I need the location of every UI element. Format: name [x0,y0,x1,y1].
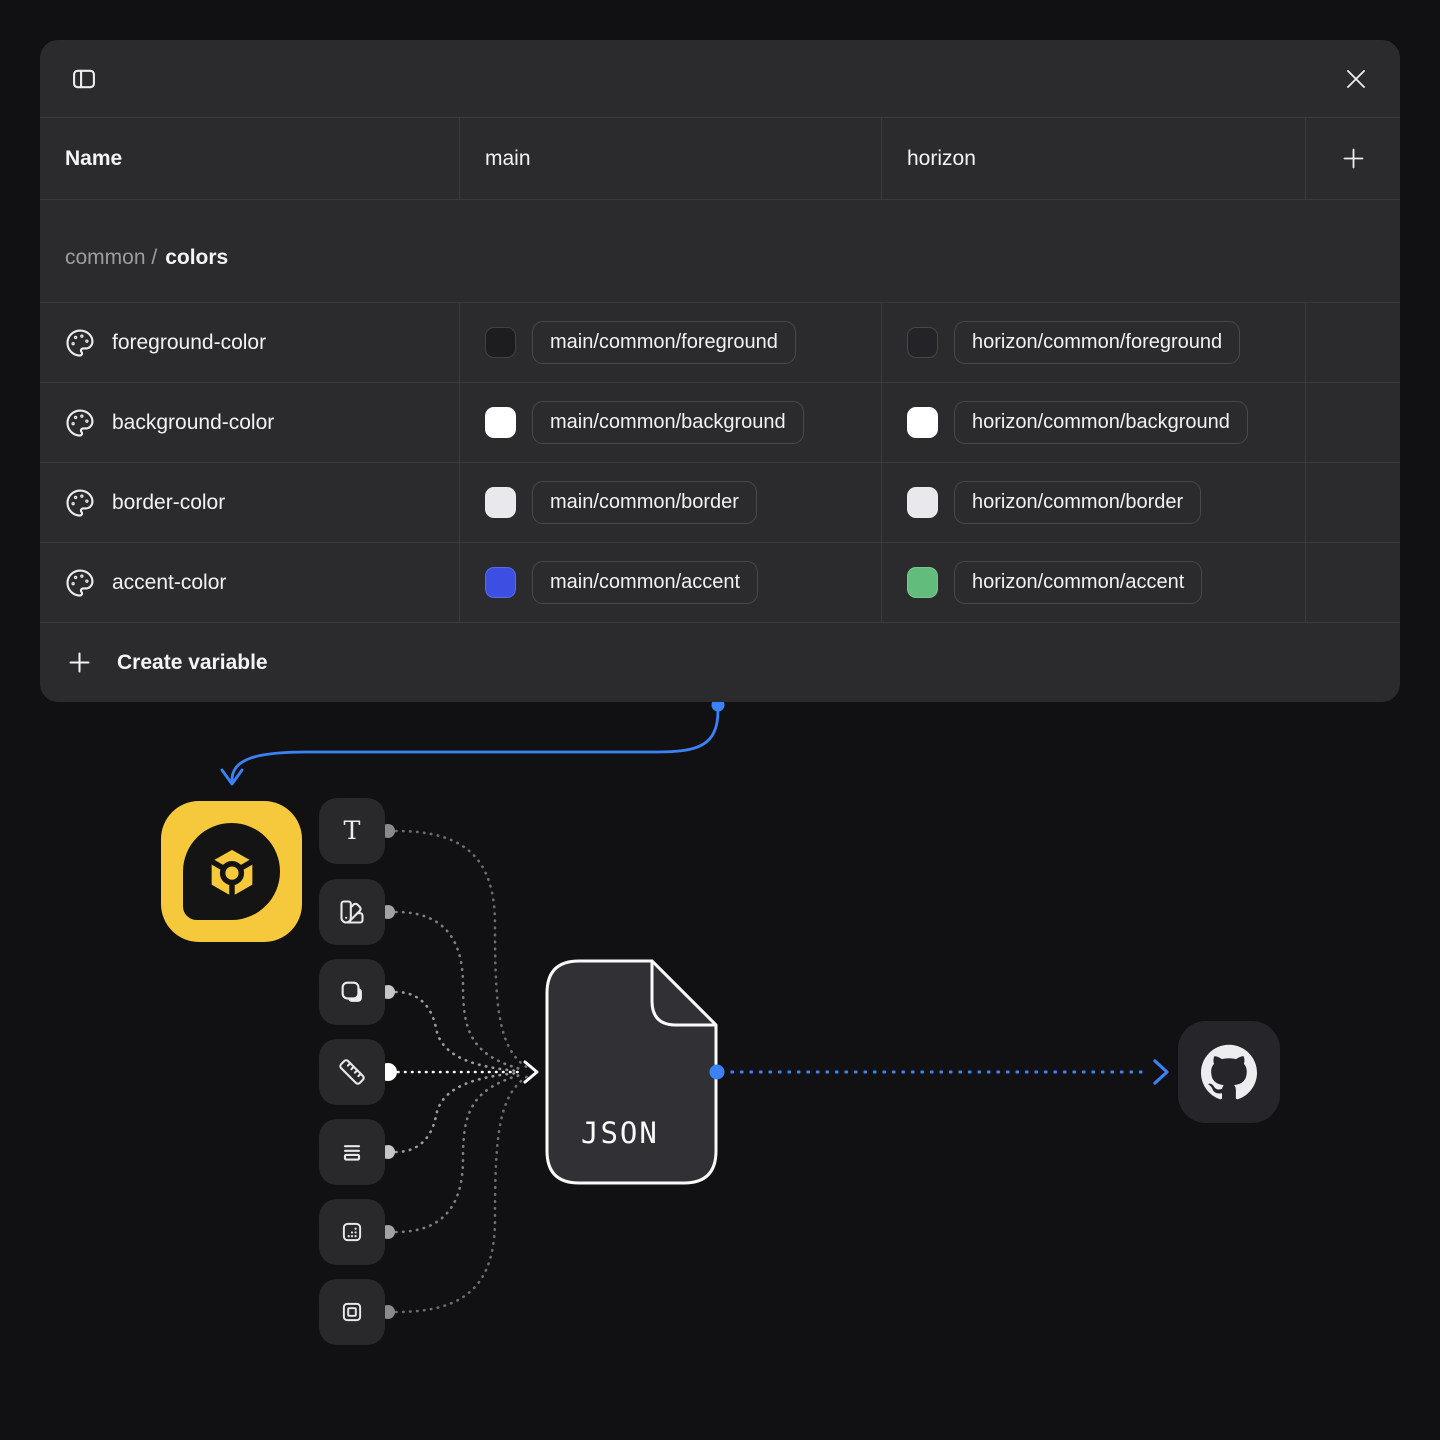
line-spacing-icon [319,1119,385,1185]
column-header-mode-main[interactable]: main [459,118,881,199]
table-row: background-color main/common/background … [40,383,1400,463]
table-header-row: Name main horizon [40,117,1400,200]
color-swatch[interactable] [907,327,938,358]
color-swatch[interactable] [485,567,516,598]
tokens-logo-blob [183,823,280,920]
group-name: colors [165,246,228,270]
token-chip[interactable]: main/common/accent [532,561,758,604]
token-chip[interactable]: main/common/background [532,401,804,444]
variable-group-header[interactable]: common / colors [40,200,1400,303]
token-chip[interactable]: horizon/common/background [954,401,1248,444]
variable-name: foreground-color [112,331,266,355]
table-row: border-color main/common/border horizon/… [40,463,1400,543]
sidebar-toggle-icon[interactable] [66,61,102,97]
create-variable-label: Create variable [117,651,268,675]
color-swatch[interactable] [907,407,938,438]
panel-to-app-curve [232,710,718,780]
create-variable-button[interactable]: Create variable [40,623,1400,702]
column-header-name: Name [40,118,459,199]
typography-icon: T [319,798,385,864]
palette-icon [65,408,95,438]
swatch-book-icon [319,879,385,945]
column-header-mode-horizon[interactable]: horizon [881,118,1305,199]
variables-panel: Name main horizon common / colors [40,40,1400,702]
json-file-icon: JSON [547,961,716,1183]
panel-to-app-arrowhead [222,770,242,784]
ruler-icon [319,1039,385,1105]
json-to-github-arrowhead [1155,1061,1167,1083]
github-icon [1178,1021,1280,1123]
converging-dotted-lines [396,831,528,1312]
canvas: JSON Name main horizon [0,0,1440,1440]
palette-icon [65,328,95,358]
close-icon[interactable] [1338,61,1374,97]
plus-icon [66,649,93,676]
table-row: foreground-color main/common/foreground … [40,303,1400,383]
color-swatch[interactable] [485,407,516,438]
grid-dots-icon [319,1199,385,1265]
group-path-prefix: common / [65,246,157,270]
palette-icon [65,568,95,598]
variable-name: background-color [112,411,274,435]
token-chip[interactable]: main/common/border [532,481,757,524]
json-file-label: JSON [581,1116,659,1150]
token-chip[interactable]: horizon/common/accent [954,561,1202,604]
merge-arrowhead [525,1062,537,1082]
svg-text:T: T [344,815,361,845]
token-chip[interactable]: horizon/common/foreground [954,321,1240,364]
color-swatch[interactable] [485,327,516,358]
color-swatch[interactable] [907,567,938,598]
table-row: accent-color main/common/accent horizon/… [40,543,1400,623]
variable-name: border-color [112,491,225,515]
radius-icon [319,959,385,1025]
token-chip[interactable]: main/common/foreground [532,321,796,364]
panel-topbar [40,40,1400,117]
tokens-app-icon [161,801,302,942]
token-chip[interactable]: horizon/common/border [954,481,1201,524]
color-swatch[interactable] [907,487,938,518]
json-anchor-dot [710,1065,725,1080]
color-swatch[interactable] [485,487,516,518]
variable-name: accent-color [112,571,226,595]
add-mode-icon[interactable] [1335,141,1371,177]
palette-icon [65,488,95,518]
nested-square-icon [319,1279,385,1345]
